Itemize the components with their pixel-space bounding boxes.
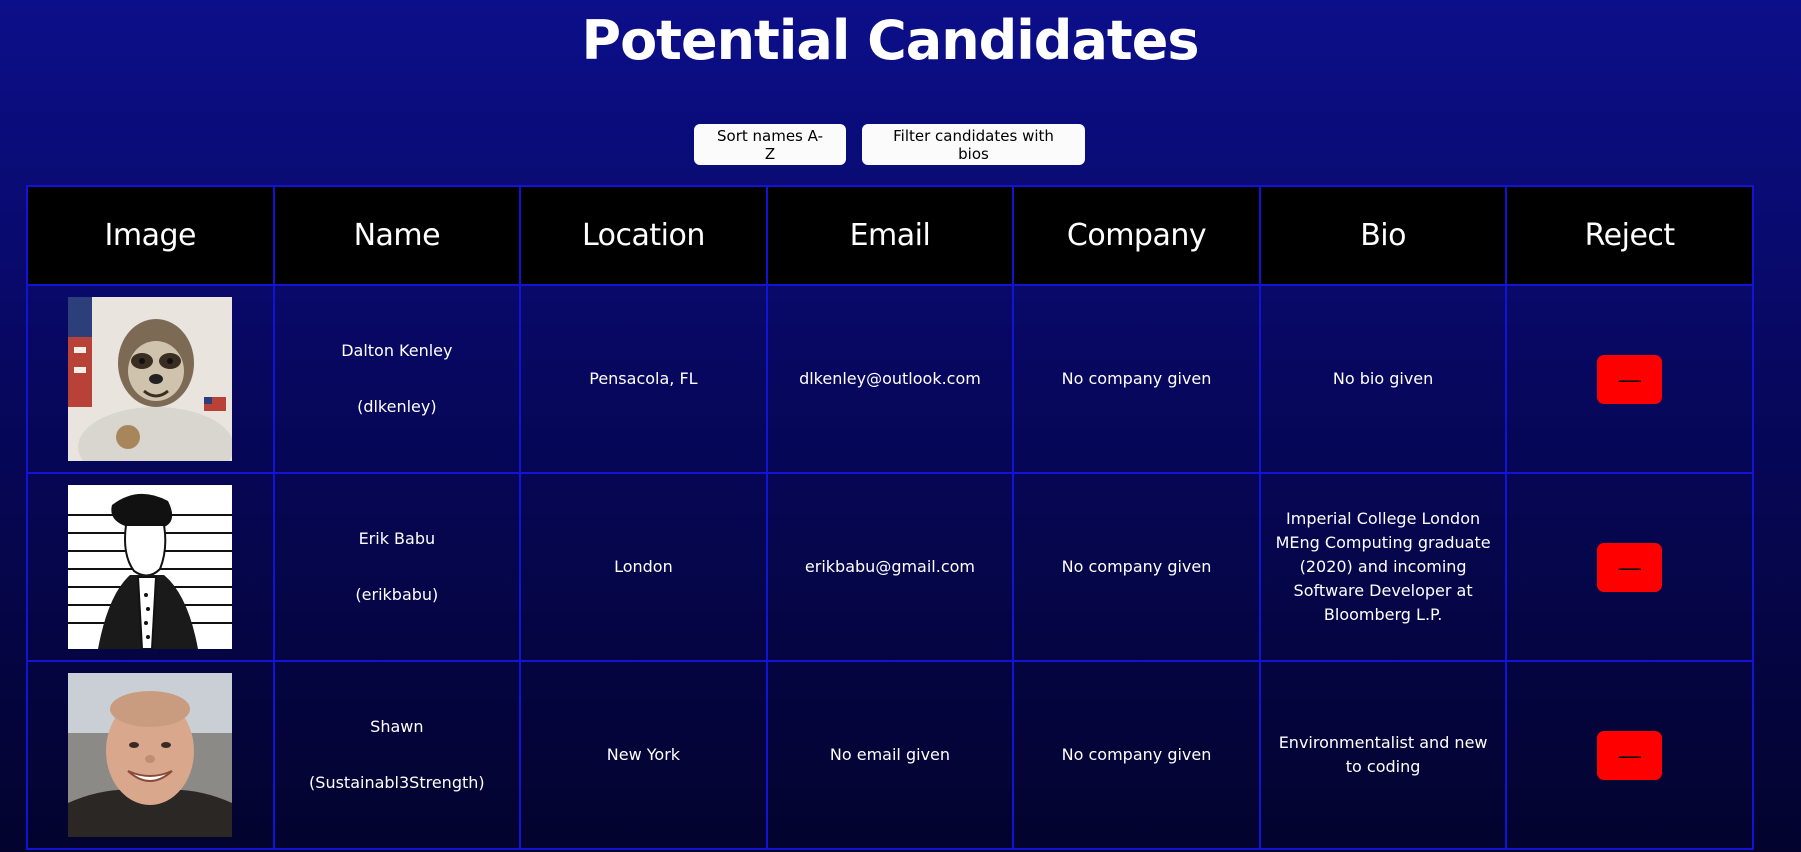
candidate-name: Erik Babu (358, 529, 436, 548)
candidate-avatar (68, 673, 233, 837)
candidate-username: (Sustainabl3Strength) (309, 773, 485, 792)
toolbar: Sort names A-Z Filter candidates with bi… (694, 124, 1085, 165)
candidate-name: Shawn (370, 717, 424, 736)
reject-cell: — (1505, 660, 1754, 850)
column-header-name: Name (272, 185, 522, 286)
column-header-email: Email (765, 185, 1015, 286)
reject-button[interactable]: — (1597, 542, 1663, 592)
email-cell: dlkenley@outlook.com (765, 284, 1015, 474)
email-cell: No email given (765, 660, 1015, 850)
bio-cell: Imperial College London MEng Computing g… (1258, 472, 1508, 662)
name-cell: Dalton Kenley (dlkenley) (272, 284, 522, 474)
table-row: Dalton Kenley (dlkenley) Pensacola, FL d… (26, 284, 1754, 474)
table-row: Erik Babu (erikbabu) London erikbabu@gma… (26, 472, 1754, 662)
candidate-username: (dlkenley) (357, 397, 437, 416)
column-header-company: Company (1012, 185, 1261, 286)
image-cell (26, 472, 275, 662)
candidate-avatar (68, 297, 233, 461)
column-header-bio: Bio (1258, 185, 1508, 286)
image-cell (26, 284, 275, 474)
table-header-row: Image Name Location Email Company Bio Re… (26, 185, 1754, 286)
sort-names-button[interactable]: Sort names A-Z (694, 124, 846, 165)
location-cell: London (519, 472, 768, 662)
candidate-name: Dalton Kenley (341, 341, 453, 360)
location-cell: Pensacola, FL (519, 284, 768, 474)
company-cell: No company given (1012, 660, 1261, 850)
candidate-username: (erikbabu) (355, 585, 439, 604)
column-header-reject: Reject (1505, 185, 1754, 286)
name-cell: Erik Babu (erikbabu) (272, 472, 522, 662)
company-cell: No company given (1012, 284, 1261, 474)
table-row: Shawn (Sustainabl3Strength) New York No … (26, 660, 1754, 850)
page-title: Potential Candidates (581, 9, 1200, 72)
bio-cell: Environmentalist and new to coding (1258, 660, 1508, 850)
candidate-avatar (68, 485, 233, 649)
candidates-table: Image Name Location Email Company Bio Re… (26, 185, 1754, 850)
email-cell: erikbabu@gmail.com (765, 472, 1015, 662)
column-header-image: Image (26, 185, 275, 286)
reject-cell: — (1505, 472, 1754, 662)
location-cell: New York (519, 660, 768, 850)
reject-button[interactable]: — (1597, 730, 1663, 780)
bio-cell: No bio given (1258, 284, 1508, 474)
company-cell: No company given (1012, 472, 1261, 662)
column-header-location: Location (519, 185, 768, 286)
reject-button[interactable]: — (1597, 354, 1663, 404)
image-cell (26, 660, 275, 850)
filter-bios-button[interactable]: Filter candidates with bios (862, 124, 1085, 165)
reject-cell: — (1505, 284, 1754, 474)
name-cell: Shawn (Sustainabl3Strength) (272, 660, 522, 850)
